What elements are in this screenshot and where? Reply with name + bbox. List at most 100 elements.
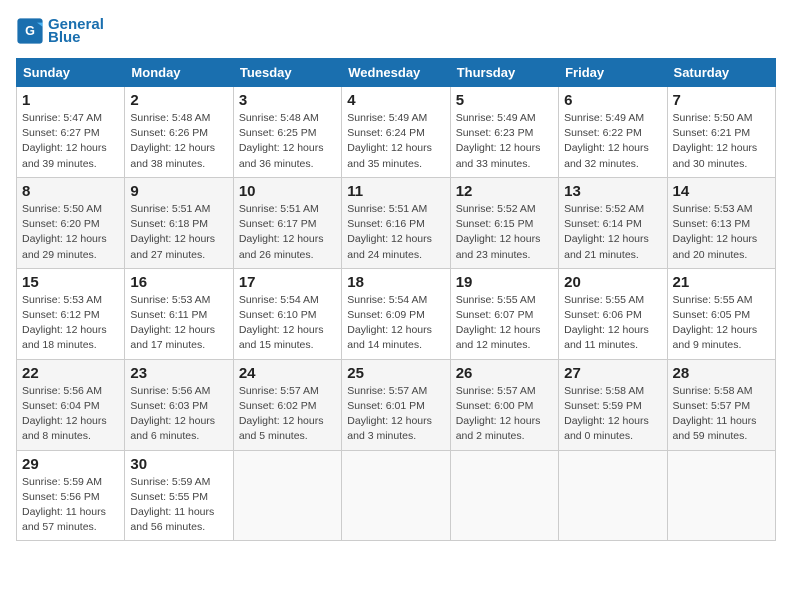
table-row: 27 Sunrise: 5:58 AMSunset: 5:59 PMDaylig…: [559, 359, 667, 450]
day-number: 15: [22, 274, 119, 291]
table-row: 16 Sunrise: 5:53 AMSunset: 6:11 PMDaylig…: [125, 268, 233, 359]
table-row: 13 Sunrise: 5:52 AMSunset: 6:14 PMDaylig…: [559, 177, 667, 268]
table-row: 5 Sunrise: 5:49 AMSunset: 6:23 PMDayligh…: [450, 87, 558, 178]
col-header-sunday: Sunday: [17, 59, 125, 87]
table-row: 21 Sunrise: 5:55 AMSunset: 6:05 PMDaylig…: [667, 268, 775, 359]
day-info: Sunrise: 5:58 AMSunset: 5:59 PMDaylight:…: [564, 384, 661, 445]
table-row: 20 Sunrise: 5:55 AMSunset: 6:06 PMDaylig…: [559, 268, 667, 359]
day-info: Sunrise: 5:54 AMSunset: 6:09 PMDaylight:…: [347, 293, 444, 354]
col-header-saturday: Saturday: [667, 59, 775, 87]
day-number: 25: [347, 365, 444, 382]
day-info: Sunrise: 5:48 AMSunset: 6:26 PMDaylight:…: [130, 111, 227, 172]
table-row: 28 Sunrise: 5:58 AMSunset: 5:57 PMDaylig…: [667, 359, 775, 450]
day-number: 24: [239, 365, 336, 382]
page-header: G General Blue: [16, 16, 776, 46]
table-row: 24 Sunrise: 5:57 AMSunset: 6:02 PMDaylig…: [233, 359, 341, 450]
day-info: Sunrise: 5:55 AMSunset: 6:06 PMDaylight:…: [564, 293, 661, 354]
day-number: 26: [456, 365, 553, 382]
table-row: 9 Sunrise: 5:51 AMSunset: 6:18 PMDayligh…: [125, 177, 233, 268]
day-info: Sunrise: 5:59 AMSunset: 5:55 PMDaylight:…: [130, 475, 227, 536]
day-info: Sunrise: 5:57 AMSunset: 6:00 PMDaylight:…: [456, 384, 553, 445]
day-info: Sunrise: 5:50 AMSunset: 6:20 PMDaylight:…: [22, 202, 119, 263]
table-row: 8 Sunrise: 5:50 AMSunset: 6:20 PMDayligh…: [17, 177, 125, 268]
day-info: Sunrise: 5:55 AMSunset: 6:07 PMDaylight:…: [456, 293, 553, 354]
table-row: 11 Sunrise: 5:51 AMSunset: 6:16 PMDaylig…: [342, 177, 450, 268]
day-info: Sunrise: 5:48 AMSunset: 6:25 PMDaylight:…: [239, 111, 336, 172]
table-row: 18 Sunrise: 5:54 AMSunset: 6:09 PMDaylig…: [342, 268, 450, 359]
day-number: 12: [456, 183, 553, 200]
col-header-thursday: Thursday: [450, 59, 558, 87]
day-info: Sunrise: 5:59 AMSunset: 5:56 PMDaylight:…: [22, 475, 119, 536]
day-number: 18: [347, 274, 444, 291]
day-info: Sunrise: 5:49 AMSunset: 6:24 PMDaylight:…: [347, 111, 444, 172]
day-number: 14: [673, 183, 770, 200]
day-info: Sunrise: 5:55 AMSunset: 6:05 PMDaylight:…: [673, 293, 770, 354]
table-row: 1 Sunrise: 5:47 AMSunset: 6:27 PMDayligh…: [17, 87, 125, 178]
day-number: 5: [456, 92, 553, 109]
day-number: 30: [130, 456, 227, 473]
table-row: 6 Sunrise: 5:49 AMSunset: 6:22 PMDayligh…: [559, 87, 667, 178]
day-info: Sunrise: 5:51 AMSunset: 6:16 PMDaylight:…: [347, 202, 444, 263]
logo-icon: G: [16, 17, 44, 45]
col-header-friday: Friday: [559, 59, 667, 87]
day-number: 9: [130, 183, 227, 200]
day-number: 23: [130, 365, 227, 382]
table-row: 30 Sunrise: 5:59 AMSunset: 5:55 PMDaylig…: [125, 450, 233, 541]
table-row: 17 Sunrise: 5:54 AMSunset: 6:10 PMDaylig…: [233, 268, 341, 359]
day-number: 19: [456, 274, 553, 291]
table-row: 19 Sunrise: 5:55 AMSunset: 6:07 PMDaylig…: [450, 268, 558, 359]
day-number: 27: [564, 365, 661, 382]
table-row: 25 Sunrise: 5:57 AMSunset: 6:01 PMDaylig…: [342, 359, 450, 450]
table-row: 14 Sunrise: 5:53 AMSunset: 6:13 PMDaylig…: [667, 177, 775, 268]
day-number: 20: [564, 274, 661, 291]
day-number: 2: [130, 92, 227, 109]
day-number: 28: [673, 365, 770, 382]
day-info: Sunrise: 5:50 AMSunset: 6:21 PMDaylight:…: [673, 111, 770, 172]
logo: G General Blue: [16, 16, 104, 46]
day-number: 6: [564, 92, 661, 109]
day-number: 16: [130, 274, 227, 291]
day-info: Sunrise: 5:52 AMSunset: 6:15 PMDaylight:…: [456, 202, 553, 263]
table-row: [233, 450, 341, 541]
table-row: 22 Sunrise: 5:56 AMSunset: 6:04 PMDaylig…: [17, 359, 125, 450]
day-info: Sunrise: 5:57 AMSunset: 6:01 PMDaylight:…: [347, 384, 444, 445]
day-info: Sunrise: 5:47 AMSunset: 6:27 PMDaylight:…: [22, 111, 119, 172]
table-row: 15 Sunrise: 5:53 AMSunset: 6:12 PMDaylig…: [17, 268, 125, 359]
day-number: 13: [564, 183, 661, 200]
day-number: 1: [22, 92, 119, 109]
day-number: 3: [239, 92, 336, 109]
day-info: Sunrise: 5:52 AMSunset: 6:14 PMDaylight:…: [564, 202, 661, 263]
table-row: 2 Sunrise: 5:48 AMSunset: 6:26 PMDayligh…: [125, 87, 233, 178]
day-info: Sunrise: 5:49 AMSunset: 6:23 PMDaylight:…: [456, 111, 553, 172]
col-header-tuesday: Tuesday: [233, 59, 341, 87]
col-header-monday: Monday: [125, 59, 233, 87]
day-number: 4: [347, 92, 444, 109]
day-info: Sunrise: 5:53 AMSunset: 6:12 PMDaylight:…: [22, 293, 119, 354]
day-info: Sunrise: 5:56 AMSunset: 6:03 PMDaylight:…: [130, 384, 227, 445]
table-row: [559, 450, 667, 541]
day-number: 29: [22, 456, 119, 473]
table-row: 12 Sunrise: 5:52 AMSunset: 6:15 PMDaylig…: [450, 177, 558, 268]
day-info: Sunrise: 5:49 AMSunset: 6:22 PMDaylight:…: [564, 111, 661, 172]
svg-text:G: G: [25, 24, 35, 38]
day-number: 10: [239, 183, 336, 200]
day-number: 21: [673, 274, 770, 291]
table-row: 23 Sunrise: 5:56 AMSunset: 6:03 PMDaylig…: [125, 359, 233, 450]
day-number: 8: [22, 183, 119, 200]
table-row: 3 Sunrise: 5:48 AMSunset: 6:25 PMDayligh…: [233, 87, 341, 178]
day-info: Sunrise: 5:53 AMSunset: 6:11 PMDaylight:…: [130, 293, 227, 354]
table-row: [342, 450, 450, 541]
table-row: 29 Sunrise: 5:59 AMSunset: 5:56 PMDaylig…: [17, 450, 125, 541]
day-info: Sunrise: 5:51 AMSunset: 6:17 PMDaylight:…: [239, 202, 336, 263]
table-row: 4 Sunrise: 5:49 AMSunset: 6:24 PMDayligh…: [342, 87, 450, 178]
calendar-table: SundayMondayTuesdayWednesdayThursdayFrid…: [16, 58, 776, 541]
day-info: Sunrise: 5:57 AMSunset: 6:02 PMDaylight:…: [239, 384, 336, 445]
day-number: 11: [347, 183, 444, 200]
table-row: [450, 450, 558, 541]
day-info: Sunrise: 5:56 AMSunset: 6:04 PMDaylight:…: [22, 384, 119, 445]
table-row: 7 Sunrise: 5:50 AMSunset: 6:21 PMDayligh…: [667, 87, 775, 178]
table-row: 26 Sunrise: 5:57 AMSunset: 6:00 PMDaylig…: [450, 359, 558, 450]
day-number: 22: [22, 365, 119, 382]
day-number: 17: [239, 274, 336, 291]
day-info: Sunrise: 5:54 AMSunset: 6:10 PMDaylight:…: [239, 293, 336, 354]
